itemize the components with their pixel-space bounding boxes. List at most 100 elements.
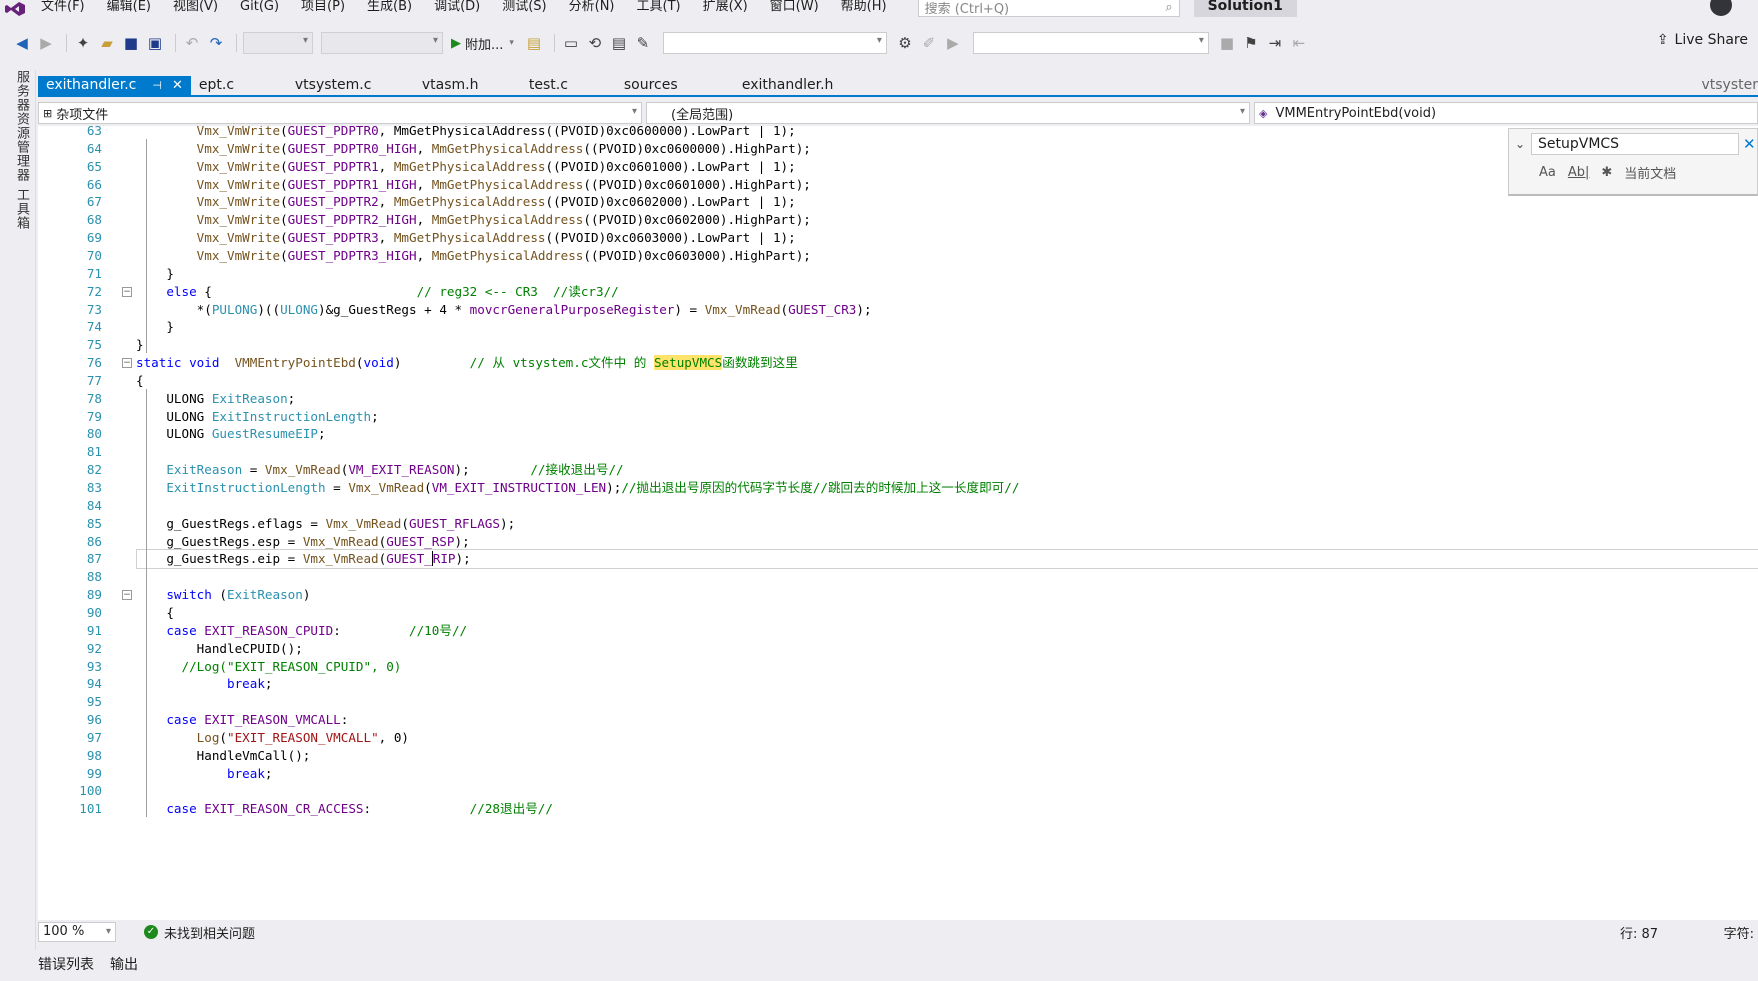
code-token: ((PVOID)0xc0602000).LowPart | 1); (545, 194, 796, 210)
menu-item[interactable]: 测试(S) (491, 0, 557, 14)
menu-item[interactable]: 工具(T) (626, 0, 692, 14)
avatar[interactable] (1710, 0, 1732, 16)
live-share-button[interactable]: ⇪ Live Share (1657, 32, 1748, 48)
screen-icon[interactable]: ▭ (561, 32, 581, 54)
code-token: *( (136, 301, 212, 317)
zoom-dropdown[interactable]: 100 % (38, 922, 116, 942)
breakpoint-icon[interactable]: ⚑ (1241, 32, 1261, 54)
tab-output[interactable]: 输出 (110, 954, 138, 974)
code-token: Vmx_VmWrite (196, 126, 281, 138)
menu-item[interactable]: 视图(V) (162, 0, 229, 14)
run-icon[interactable]: ▶ (943, 32, 963, 54)
menu-item[interactable]: 扩展(X) (692, 0, 759, 14)
format-icon[interactable]: ✎ (633, 32, 653, 54)
chevron-down-icon[interactable]: ⌄ (1509, 137, 1531, 151)
code-token: { (136, 372, 144, 388)
fold-toggle-icon[interactable]: − (122, 590, 132, 601)
folder-search-icon[interactable]: ▤ (524, 32, 544, 54)
code-token: , (378, 126, 394, 138)
pin-icon[interactable]: ⊣ (152, 76, 162, 95)
code-token: ); (454, 533, 470, 549)
tab-vtasm-h[interactable]: vtasm.h (414, 76, 521, 95)
find-combo[interactable] (662, 32, 887, 54)
open-file-icon[interactable]: ▰ (97, 32, 117, 54)
issues-indicator[interactable]: ✓ 未找到相关问题 (144, 923, 255, 942)
menu-item[interactable]: 调试(D) (423, 0, 491, 14)
code-token: ); (455, 551, 471, 567)
menu-item[interactable]: Git(G) (229, 0, 290, 14)
tab-test-c[interactable]: test.c (521, 76, 616, 95)
tab-error-list[interactable]: 错误列表 (38, 954, 94, 974)
project-dropdown[interactable]: ⊞ 杂项文件 ▾ (38, 102, 642, 124)
member-dropdown[interactable]: ◈ VMMEntryPointEbd(void) (1254, 102, 1758, 124)
target-combo[interactable] (972, 32, 1209, 54)
attach-label: 附加... (465, 37, 504, 53)
live-share-label: Live Share (1674, 32, 1748, 48)
outdent-icon[interactable]: ⇤ (1289, 32, 1309, 54)
build-icon[interactable]: ⚙ (895, 32, 915, 54)
attach-button[interactable]: ▶ 附加... ▾ (451, 34, 514, 53)
tab-exithandler-c[interactable]: exithandler.c ⊣ ✕ (38, 76, 191, 95)
tab-vtsystem-c[interactable]: vtsystem.c (287, 76, 414, 95)
code-line: break; (136, 674, 273, 694)
back-icon[interactable]: ◀ (12, 32, 32, 54)
fold-toggle-icon[interactable]: − (122, 358, 132, 369)
menu-item[interactable]: 生成(B) (356, 0, 423, 14)
line-indicator: 行: 87 (1619, 926, 1658, 942)
fold-toggle-icon[interactable]: − (122, 286, 132, 297)
menu-item[interactable]: 文件(F) (30, 0, 96, 14)
code-area[interactable]: Vmx_VmWrite(GUEST_PDPTR0, MmGetPhysicalA… (136, 126, 1758, 921)
tab-overflow[interactable]: vtsyster (1701, 76, 1758, 95)
tab-exithandler-h[interactable]: exithandler.h (734, 76, 842, 95)
comment-icon[interactable]: ▤ (609, 32, 629, 54)
close-icon[interactable]: ✕ (172, 76, 183, 95)
stop-icon[interactable]: ■ (1217, 32, 1237, 54)
whole-word-icon[interactable]: Ab| (1568, 165, 1590, 180)
regex-icon[interactable]: ✱ (1601, 165, 1612, 180)
code-token: ( (280, 140, 288, 156)
code-token: , (378, 194, 394, 210)
visual-studio-logo-icon[interactable] (0, 0, 30, 18)
scope-dropdown[interactable]: (全局范围) ▾ (646, 102, 1250, 124)
forward-icon[interactable]: ▶ (36, 32, 56, 54)
match-case-icon[interactable]: Aa (1539, 165, 1556, 180)
code-token: HandleVmCall(); (136, 747, 311, 763)
menu-item[interactable]: 项目(P) (290, 0, 356, 14)
toolbox-tab[interactable]: 工具箱 (12, 188, 31, 230)
search-box[interactable]: 搜索 (Ctrl+Q) ⌕ (917, 0, 1180, 17)
indent-guide (146, 388, 147, 818)
menu-item[interactable]: 编辑(E) (96, 0, 162, 14)
pencil-icon[interactable]: ✐ (919, 32, 939, 54)
undo-icon[interactable]: ↶ (182, 32, 202, 54)
platform-dropdown[interactable] (321, 32, 443, 54)
save-all-icon[interactable]: ▣ (145, 32, 165, 54)
config-dropdown[interactable] (243, 32, 313, 54)
find-input[interactable]: SetupVMCS (1531, 133, 1739, 155)
code-token: , (416, 247, 432, 263)
code-token: PULONG (211, 301, 258, 317)
server-explorer-tab[interactable]: 服务器资源管理器 (12, 70, 31, 182)
menu-item[interactable]: 帮助(H) (830, 0, 898, 14)
line-number: 101 (79, 801, 102, 817)
code-token: )(( (257, 301, 281, 317)
tab-sources[interactable]: sources (616, 76, 734, 95)
search-scope-label[interactable]: 当前文档 (1624, 163, 1676, 182)
menu-item[interactable]: 分析(N) (558, 0, 626, 14)
indent-icon[interactable]: ⇥ (1265, 32, 1285, 54)
new-item-icon[interactable]: ✦ (73, 32, 93, 54)
hot-reload-icon[interactable]: ⟲ (585, 32, 605, 54)
tab-ept-c[interactable]: ept.c (191, 76, 287, 95)
code-token: VM_EXIT_INSTRUCTION_LEN (431, 480, 607, 495)
close-icon[interactable]: ✕ (1743, 135, 1756, 153)
code-editor[interactable]: 63 64 65 66 67 68 69 70 71 72−73 74 75 76−77 78 79 80 81… (38, 126, 1758, 921)
redo-icon[interactable]: ↷ (206, 32, 226, 54)
save-icon[interactable]: ■ (121, 32, 141, 54)
menu-item[interactable]: 窗口(W) (759, 0, 830, 14)
code-token: ULONG (136, 426, 212, 442)
code-line: Vmx_VmWrite(GUEST_PDPTR3_HIGH, MmGetPhys… (136, 246, 811, 266)
code-token: = (325, 480, 349, 495)
